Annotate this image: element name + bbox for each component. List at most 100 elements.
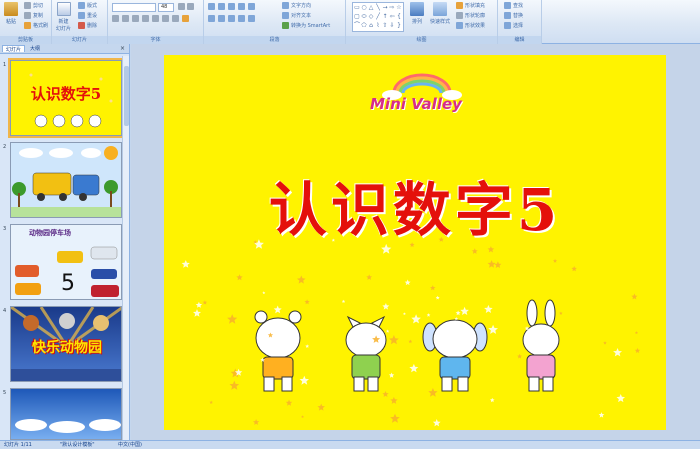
star-icon bbox=[471, 248, 478, 254]
star-icon bbox=[202, 300, 208, 305]
shapes-gallery[interactable]: ▭ ○ △ ╲ → ⇨ ☆ ▢ ⬭ ◇ ╱ ↑ ⇦{ ⌒ ⬠ ⌂ ⌇ ⇧ ⇩} bbox=[352, 2, 404, 32]
star-icon bbox=[411, 314, 421, 324]
font-size-combo[interactable]: 48 bbox=[158, 3, 174, 12]
slide-thumbnail-4[interactable]: 快乐动物园 bbox=[10, 306, 122, 382]
reset-icon bbox=[78, 12, 85, 19]
columns-icon[interactable] bbox=[248, 15, 255, 22]
decrease-indent-icon[interactable] bbox=[228, 3, 235, 10]
format-painter-button[interactable]: 格式刷 bbox=[24, 22, 48, 29]
slide-title[interactable]: 认识数字5 bbox=[164, 163, 666, 247]
editing-group-label: 编辑 bbox=[498, 36, 541, 44]
align-center-icon[interactable] bbox=[218, 15, 225, 22]
arrange-button[interactable]: 排列 bbox=[410, 2, 424, 25]
text-direction-button[interactable]: 文字方向 bbox=[282, 2, 311, 9]
font-name-combo[interactable] bbox=[112, 3, 156, 12]
star-icon bbox=[490, 397, 495, 403]
star-icon bbox=[385, 329, 390, 333]
star-icon bbox=[253, 419, 260, 425]
star-icon bbox=[390, 413, 400, 423]
paragraph-group-label: 段落 bbox=[204, 36, 345, 44]
find-button[interactable]: 查找 bbox=[504, 2, 523, 9]
line-spacing-icon[interactable] bbox=[248, 3, 255, 10]
tab-outline[interactable]: 大纲 bbox=[27, 45, 43, 52]
reset-button[interactable]: 重设 bbox=[78, 12, 97, 19]
drawing-group-label: 绘图 bbox=[346, 36, 497, 44]
theme-name: "默认设计模板" bbox=[60, 442, 95, 448]
star-icon bbox=[487, 246, 495, 253]
select-button[interactable]: 选择 bbox=[504, 22, 523, 29]
underline-icon[interactable] bbox=[132, 15, 139, 22]
list-row bbox=[208, 3, 255, 10]
thumb-title: 快乐动物园 bbox=[32, 340, 102, 356]
justify-icon[interactable] bbox=[238, 15, 245, 22]
dog-character bbox=[422, 319, 488, 392]
star-icon bbox=[603, 341, 607, 345]
new-slide-button[interactable]: 新建 幻灯片 bbox=[56, 2, 71, 32]
numbering-icon[interactable] bbox=[218, 3, 225, 10]
replace-button[interactable]: 替换 bbox=[504, 12, 523, 19]
select-icon bbox=[504, 22, 511, 29]
star-icon bbox=[181, 260, 190, 268]
cut-button[interactable]: 剪切 bbox=[24, 2, 43, 9]
increase-indent-icon[interactable] bbox=[238, 3, 245, 10]
panel-scrollbar-thumb[interactable] bbox=[124, 66, 129, 126]
align-left-icon[interactable] bbox=[208, 15, 215, 22]
delete-button[interactable]: 删除 bbox=[78, 22, 97, 29]
thumb-bus-scene bbox=[11, 146, 121, 217]
bear-character bbox=[254, 310, 302, 392]
strikethrough-icon[interactable] bbox=[142, 15, 149, 22]
slide-thumbnail-5[interactable] bbox=[10, 388, 122, 440]
shape-effects-button[interactable]: 形状效果 bbox=[456, 22, 485, 29]
slide-position: 幻灯片 1/11 bbox=[4, 442, 32, 448]
star-icon bbox=[388, 372, 395, 378]
align-row bbox=[208, 15, 255, 22]
thumb-number: 4 bbox=[3, 308, 7, 314]
font-group-label: 字体 bbox=[108, 36, 203, 44]
align-text-button[interactable]: 对齐文本 bbox=[282, 12, 311, 19]
smartart-button[interactable]: 转换为 SmartArt bbox=[282, 22, 330, 29]
text-direction-icon bbox=[282, 2, 289, 9]
clipboard-group-label: 剪贴板 bbox=[0, 36, 51, 44]
star-icon bbox=[317, 403, 325, 411]
spacing-icon[interactable] bbox=[162, 15, 169, 22]
binoculars-icon bbox=[504, 2, 511, 9]
shape-fill-button[interactable]: 形状填充 bbox=[456, 2, 485, 9]
star-icon bbox=[488, 324, 498, 334]
font-grow-button[interactable] bbox=[178, 3, 194, 10]
slide-thumbnail-2[interactable] bbox=[10, 142, 122, 218]
align-right-icon[interactable] bbox=[228, 15, 235, 22]
star-icon bbox=[559, 311, 563, 315]
layout-button[interactable]: 版式 bbox=[78, 2, 97, 9]
copy-button[interactable]: 复制 bbox=[24, 12, 43, 19]
current-slide[interactable]: Mini Valley 认识数字5 bbox=[164, 55, 666, 430]
star-icon bbox=[341, 299, 346, 303]
effects-icon bbox=[456, 22, 463, 29]
star-icon bbox=[382, 303, 390, 310]
align-text-icon bbox=[282, 12, 289, 19]
shadow-icon[interactable] bbox=[152, 15, 159, 22]
star-icon bbox=[366, 274, 373, 280]
star-icon bbox=[426, 313, 431, 317]
outline-icon bbox=[456, 12, 463, 19]
ribbon: 粘贴 剪切 复制 格式刷 剪贴板 新建 幻灯片 版式 重设 删除 幻灯片 48 … bbox=[0, 0, 700, 44]
bold-icon[interactable] bbox=[112, 15, 119, 22]
brush-icon bbox=[24, 22, 31, 29]
thumb-number: 2 bbox=[3, 144, 7, 150]
panel-tabs: 幻灯片 大纲 × bbox=[0, 44, 129, 54]
slide-thumbnail-3[interactable]: 动物园停车场 5 bbox=[10, 224, 122, 300]
bullets-icon[interactable] bbox=[208, 3, 215, 10]
close-icon[interactable]: × bbox=[120, 45, 125, 52]
drawing-group: ▭ ○ △ ╲ → ⇨ ☆ ▢ ⬭ ◇ ╱ ↑ ⇦{ ⌒ ⬠ ⌂ ⌇ ⇧ ⇩} 排列 快速样式 形状填充 形状轮… bbox=[346, 0, 498, 44]
slide-thumbnail-1[interactable]: 认识数字5 bbox=[8, 58, 124, 138]
shape-outline-button[interactable]: 形状轮廓 bbox=[456, 12, 485, 19]
thumb-number: 1 bbox=[3, 62, 7, 68]
italic-icon[interactable] bbox=[122, 15, 129, 22]
star-icon bbox=[634, 331, 638, 335]
case-icon[interactable] bbox=[172, 15, 179, 22]
paste-button[interactable]: 粘贴 bbox=[4, 2, 18, 25]
panel-scrollbar[interactable] bbox=[122, 56, 129, 440]
quick-styles-button[interactable]: 快速样式 bbox=[430, 2, 450, 25]
font-color-icon[interactable] bbox=[182, 15, 189, 22]
tab-slides[interactable]: 幻灯片 bbox=[2, 45, 26, 53]
star-icon bbox=[598, 412, 605, 418]
